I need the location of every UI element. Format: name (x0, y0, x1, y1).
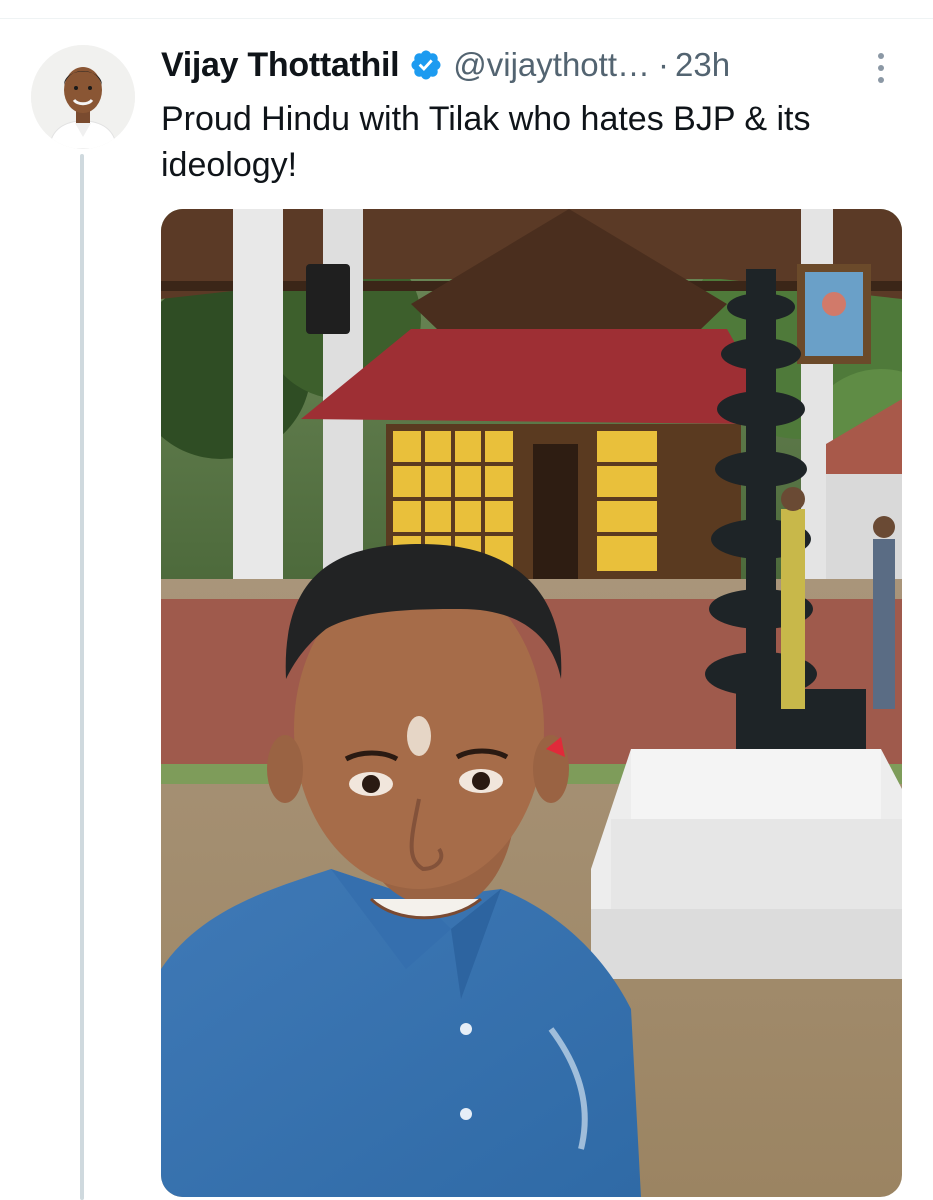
tweet-photo[interactable] (161, 209, 902, 1197)
top-divider (0, 18, 933, 19)
user-handle[interactable]: @vijaythott… (453, 46, 650, 84)
more-vertical-icon (878, 53, 884, 59)
tweet-header: Vijay Thottathil @vijaythott… · 23h (161, 40, 901, 90)
avatar-image (31, 45, 135, 149)
display-name[interactable]: Vijay Thottathil (161, 46, 400, 85)
avatar[interactable] (31, 45, 135, 149)
more-options-button[interactable] (868, 46, 894, 90)
separator-dot: · (658, 46, 669, 83)
selfie-temple-photo (161, 209, 902, 1197)
tweet-text: Proud Hindu with Tilak who hates BJP & i… (161, 100, 811, 184)
verified-badge-icon (411, 50, 441, 80)
thread-line (80, 154, 84, 1200)
timestamp[interactable]: 23h (675, 46, 730, 84)
